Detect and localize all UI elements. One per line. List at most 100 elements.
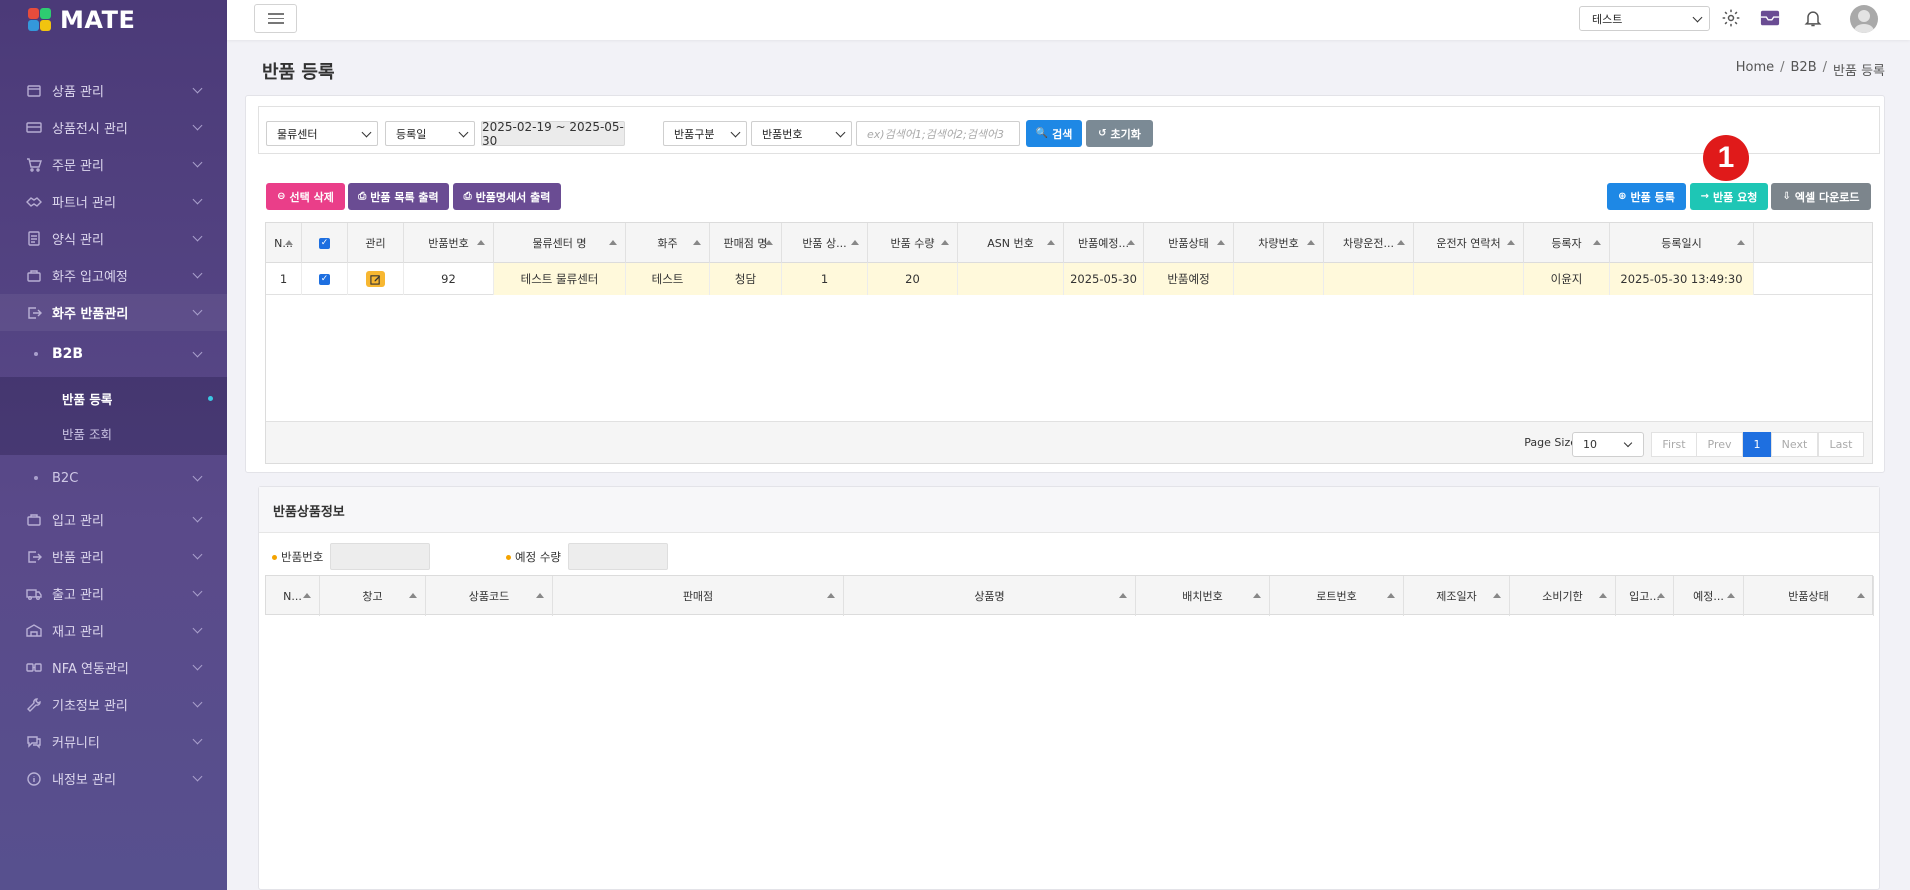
edit-icon [370,274,381,285]
sidebar-item-1-lower[interactable]: 입고 관리 [0,501,227,538]
grid-col-7[interactable]: 반품 상... [782,223,868,263]
breadcrumb: Home / B2B / 반품 등록 [1735,60,1885,79]
sidebar-item-3-lower[interactable]: 출고 관리 [0,575,227,612]
avatar[interactable] [1850,5,1878,33]
detail-col-0[interactable]: N... [266,576,320,616]
grid-col-3[interactable]: 반품번호 [404,223,494,263]
detail-col-9[interactable]: 입고... [1616,576,1674,616]
grid-col-11[interactable]: 반품상태 [1144,223,1234,263]
reset-button[interactable]: ↺ 초기화 [1086,120,1153,147]
pager-prev[interactable]: Prev [1696,432,1743,457]
table-row[interactable]: 1 ✓ 92 테스트 물류센터 테스트 청담 1 20 2025-05-30 반품예정 이윤지 202… [266,263,1872,295]
grid-col-13[interactable]: 차량운전... [1324,223,1414,263]
detail-col-5[interactable]: 배치번호 [1136,576,1270,616]
search-button[interactable]: 🔍 검색 [1026,120,1082,147]
grid-cell-6: 청담 [710,263,782,295]
sidebar-item-5[interactable]: 양식 관리 [0,220,227,257]
print-statement-button[interactable]: ⎙ 반품명세서 출력 [453,183,561,210]
sidebar-item-2-lower[interactable]: 반품 관리 [0,538,227,575]
return-type-select[interactable]: 반품구분 [663,121,747,146]
edit-button[interactable] [366,271,385,287]
detail-col-11[interactable]: 반품상태 [1744,576,1874,616]
sidebar-item-return-register[interactable]: 반품 등록 [0,381,227,416]
chevron-down-icon [1623,438,1633,448]
grid-col-2[interactable]: 관리 [348,223,404,263]
pager-first[interactable]: First [1651,432,1697,457]
grid-col-9[interactable]: ASN 번호 [958,223,1064,263]
print-list-button[interactable]: ⎙ 반품 목록 출력 [348,183,449,210]
sidebar-item-6[interactable]: 화주 입고예정 [0,257,227,294]
grid-col-8[interactable]: 반품 수량 [868,223,958,263]
sidebar-item-2[interactable]: 상품전시 관리 [0,109,227,146]
sidebar-item-7-lower[interactable]: 커뮤니티 [0,723,227,760]
document-icon [26,230,42,246]
sidebar-item-4[interactable]: 파트너 관리 [0,183,227,220]
sidebar-item-8-lower[interactable]: 내정보 관리 [0,760,227,797]
handshake-icon [26,195,42,209]
grid-col-6[interactable]: 판매점 명 [710,223,782,263]
breadcrumb-home[interactable]: Home [1736,60,1774,79]
logo-mark-icon [28,8,54,32]
detail-col-6[interactable]: 로트번호 [1270,576,1404,616]
search-input[interactable]: ex)검색어1;검색어2;검색어3 [856,121,1020,146]
detail-col-7[interactable]: 제조일자 [1404,576,1510,616]
row-checkbox[interactable]: ✓ [319,273,330,285]
sidebar-sub-b2b[interactable]: B2B [0,331,227,377]
detail-col-1[interactable]: 창고 [320,576,426,616]
tenant-select[interactable]: 테스트 [1579,6,1710,31]
grid-col-14[interactable]: 운전자 연락처 [1414,223,1524,263]
planned-qty-field[interactable] [568,543,668,570]
grid-col-1[interactable]: ✓ [302,223,348,263]
grid-cell-7: 1 [782,263,868,295]
sidebar-item-4-lower[interactable]: 재고 관리 [0,612,227,649]
excel-download-button[interactable]: ⇩ 엑셀 다운로드 [1771,183,1871,210]
return-no-field[interactable] [330,543,430,570]
grid-col-4[interactable]: 물류센터 명 [494,223,626,263]
grid-col-12[interactable]: 차량번호 [1234,223,1324,263]
sidebar-item-1[interactable]: 상품 관리 [0,72,227,109]
center-select[interactable]: 물류센터 [266,121,378,146]
grid-cell-11: 반품예정 [1144,263,1234,295]
date-range-input[interactable]: 2025-02-19 ~ 2025-05-30 [481,120,625,148]
pager-last[interactable]: Last [1818,432,1864,457]
sidebar-item-return-search[interactable]: 반품 조회 [0,416,227,451]
grid-col-0[interactable]: N... [266,223,302,263]
search-field-select[interactable]: 반품번호 [751,121,852,146]
cart-icon [26,157,42,172]
return-register-button[interactable]: ⊕ 반품 등록 [1607,183,1686,210]
gear-icon[interactable] [1720,7,1742,29]
grid-cell-12 [1234,263,1324,295]
grid-cell-15: 이윤지 [1524,263,1610,295]
grid-col-15[interactable]: 등록자 [1524,223,1610,263]
menu-toggle-button[interactable] [254,4,297,33]
chevron-down-icon [192,268,203,279]
date-type-select[interactable]: 등록일 [385,121,475,146]
grid-col-16[interactable]: 등록일시 [1610,223,1754,263]
select-all-checkbox[interactable]: ✓ [319,237,330,249]
logo[interactable]: MATE [0,0,227,40]
detail-col-8[interactable]: 소비기한 [1510,576,1616,616]
grid-col-5[interactable]: 화주 [626,223,710,263]
delete-selected-button[interactable]: ⊖ 선택 삭제 [266,183,345,210]
return-request-button[interactable]: → 반품 요청 [1690,183,1768,210]
pager-page-1[interactable]: 1 [1743,432,1771,457]
sort-icon [1857,593,1865,598]
page-size-select[interactable]: 10 [1572,432,1644,457]
sidebar-item-6-lower[interactable]: 기초정보 관리 [0,686,227,723]
breadcrumb-b2b[interactable]: B2B [1791,60,1817,79]
bell-icon[interactable] [1802,7,1824,29]
pager-next[interactable]: Next [1771,432,1818,457]
detail-col-4[interactable]: 상품명 [844,576,1136,616]
detail-col-2[interactable]: 상품코드 [426,576,553,616]
detail-col-10[interactable]: 예정... [1674,576,1744,616]
sidebar-item-7[interactable]: 화주 반품관리 [0,294,227,331]
inbox-icon[interactable] [1759,7,1781,29]
grid-col-10[interactable]: 반품예정... [1064,223,1144,263]
detail-col-3[interactable]: 판매점 [553,576,844,616]
sidebar-item-5-lower[interactable]: NFA 연동관리 [0,649,227,686]
grid-cell-10: 2025-05-30 [1064,263,1144,295]
grid-cell-8: 20 [868,263,958,295]
grid-footer: Page Size 10 First Prev 1 Next Last [266,421,1872,463]
sidebar-item-3[interactable]: 주문 관리 [0,146,227,183]
sidebar-sub-b2c[interactable]: B2C [0,455,227,501]
